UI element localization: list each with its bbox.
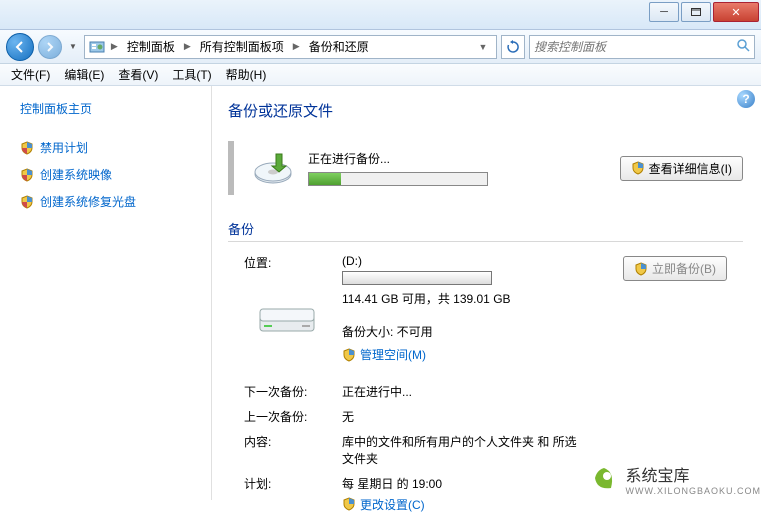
- sidebar-task-repair[interactable]: 创建系统修复光盘: [20, 193, 201, 210]
- breadcrumb-item[interactable]: 控制面板: [124, 36, 178, 57]
- maximize-icon: [691, 8, 701, 16]
- address-dropdown[interactable]: ▼: [474, 42, 492, 52]
- next-backup-value: 正在进行中...: [342, 383, 611, 400]
- forward-button: [38, 35, 62, 59]
- last-backup-value: 无: [342, 408, 611, 425]
- shield-icon: [20, 141, 34, 155]
- page-heading: 备份或还原文件: [228, 100, 743, 121]
- progress-bar: [308, 172, 488, 186]
- arrow-left-icon: [14, 41, 26, 53]
- decorative-bar: [228, 141, 234, 195]
- maximize-button[interactable]: [681, 2, 711, 22]
- plan-value: 每 星期日 的 19:00: [342, 475, 611, 492]
- backup-now-button: 立即备份(B): [623, 256, 727, 281]
- sidebar-task-image[interactable]: 创建系统映像: [20, 166, 201, 183]
- refresh-icon: [506, 40, 520, 54]
- breadcrumb-separator[interactable]: ▶: [291, 41, 302, 52]
- leaf-icon: [589, 464, 619, 494]
- change-settings-link[interactable]: 更改设置(C): [342, 496, 425, 513]
- menu-tools[interactable]: 工具(T): [165, 64, 218, 85]
- search-input[interactable]: [534, 40, 732, 54]
- backup-disc-icon: [252, 150, 294, 186]
- search-icon[interactable]: [736, 38, 750, 55]
- breadcrumb-separator[interactable]: ▶: [182, 41, 193, 52]
- back-button[interactable]: [6, 33, 34, 61]
- arrow-right-icon: [45, 42, 55, 52]
- sidebar: 控制面板主页 禁用计划 创建系统映像 创建系统修复光盘: [0, 86, 212, 500]
- shield-icon: [342, 348, 356, 362]
- watermark-url: WWW.XILONGBAOKU.COM: [625, 486, 761, 496]
- menu-help[interactable]: 帮助(H): [219, 64, 274, 85]
- sidebar-task-label: 创建系统修复光盘: [40, 193, 136, 210]
- plan-label: 计划:: [244, 475, 342, 515]
- location-label: 位置:: [244, 254, 342, 271]
- breadcrumb-item[interactable]: 备份和还原: [306, 36, 372, 57]
- disk-usage-bar: [342, 271, 492, 285]
- progress-label: 正在进行备份...: [308, 150, 606, 167]
- nav-history-dropdown[interactable]: ▼: [69, 42, 77, 51]
- menu-view[interactable]: 查看(V): [111, 64, 165, 85]
- watermark-title: 系统宝库: [625, 462, 761, 486]
- menu-file[interactable]: 文件(F): [4, 64, 57, 85]
- watermark: 系统宝库 WWW.XILONGBAOKU.COM: [589, 462, 761, 496]
- section-heading-backup: 备份: [228, 219, 743, 242]
- sidebar-task-label: 创建系统映像: [40, 166, 112, 183]
- close-button[interactable]: ✕: [713, 2, 759, 22]
- next-backup-label: 下一次备份:: [244, 383, 342, 400]
- location-value: (D:): [342, 254, 611, 268]
- shield-icon: [20, 168, 34, 182]
- shield-icon: [634, 262, 648, 276]
- content-value: 库中的文件和所有用户的个人文件夹 和 所选文件夹: [342, 433, 582, 467]
- shield-icon: [20, 195, 34, 209]
- control-panel-home-link[interactable]: 控制面板主页: [20, 100, 201, 117]
- disk-free-text: 114.41 GB 可用，共 139.01 GB: [342, 290, 611, 307]
- menu-edit[interactable]: 编辑(E): [57, 64, 111, 85]
- content-area: 控制面板主页 禁用计划 创建系统映像 创建系统修复光盘 ? 备份或还原文件: [0, 86, 761, 500]
- backup-size-text: 备份大小: 不可用: [342, 323, 611, 340]
- view-details-button[interactable]: 查看详细信息(I): [620, 156, 743, 181]
- control-panel-icon: [89, 39, 105, 55]
- last-backup-label: 上一次备份:: [244, 408, 342, 425]
- refresh-button[interactable]: [501, 35, 525, 59]
- search-box[interactable]: [529, 35, 755, 59]
- sidebar-task-disable[interactable]: 禁用计划: [20, 139, 201, 156]
- help-icon[interactable]: ?: [737, 90, 755, 108]
- navigation-bar: ▼ ▶ 控制面板 ▶ 所有控制面板项 ▶ 备份和还原 ▼: [0, 30, 761, 64]
- sidebar-task-label: 禁用计划: [40, 139, 88, 156]
- minimize-button[interactable]: ─: [649, 2, 679, 22]
- backup-progress-row: 正在进行备份... 查看详细信息(I): [228, 135, 743, 209]
- content-label: 内容:: [244, 433, 342, 467]
- manage-space-link[interactable]: 管理空间(M): [342, 346, 426, 363]
- shield-icon: [631, 161, 645, 175]
- breadcrumb-item[interactable]: 所有控制面板项: [197, 36, 287, 57]
- shield-icon: [342, 497, 356, 511]
- hard-drive-icon: [256, 295, 318, 337]
- breadcrumb-separator[interactable]: ▶: [109, 41, 120, 52]
- address-bar[interactable]: ▶ 控制面板 ▶ 所有控制面板项 ▶ 备份和还原 ▼: [84, 35, 497, 59]
- window-titlebar: ─ ✕: [0, 0, 761, 30]
- main-panel: ? 备份或还原文件 正在进行备份... 查看详细信息(I) 备份: [212, 86, 761, 500]
- menu-bar: 文件(F) 编辑(E) 查看(V) 工具(T) 帮助(H): [0, 64, 761, 86]
